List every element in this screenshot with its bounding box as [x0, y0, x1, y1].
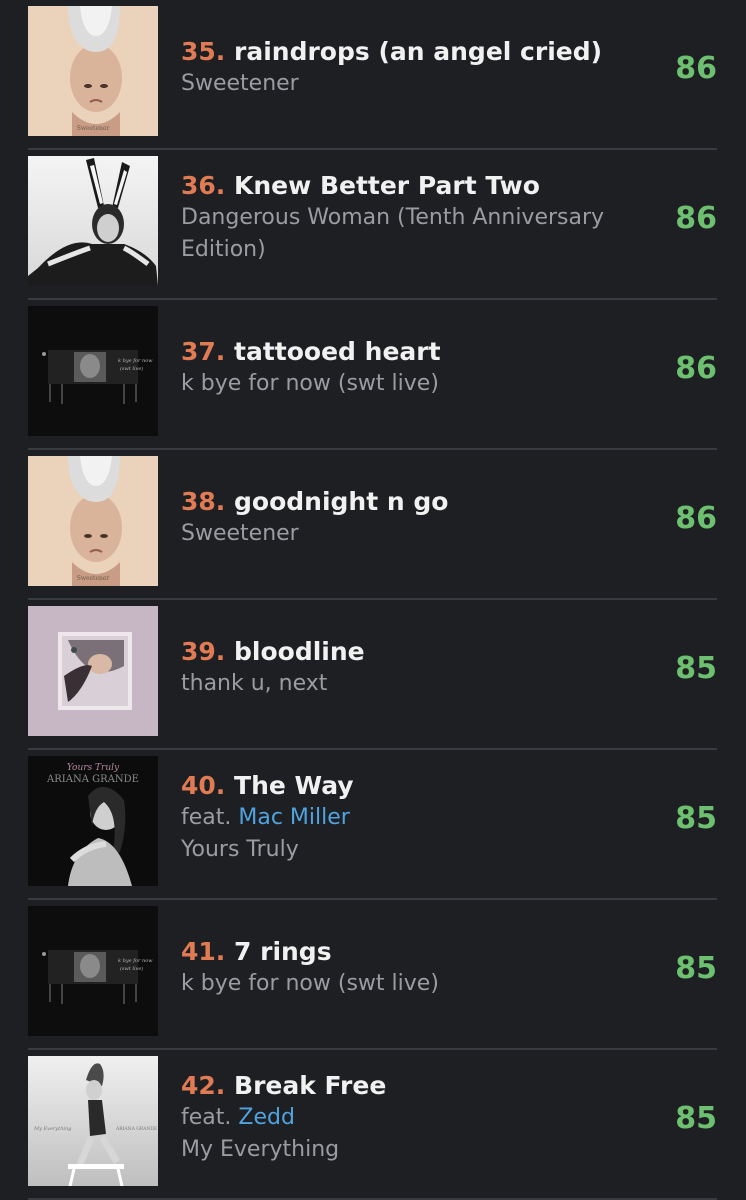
cover-sweetener-text: Sweetener [77, 575, 110, 582]
track-row[interactable]: Sweetener 38. goodnight n go Sweetener 86 [0, 450, 746, 600]
track-title[interactable]: 7 rings [234, 937, 332, 966]
track-title[interactable]: goodnight n go [234, 487, 448, 516]
album-name[interactable]: Sweetener [181, 68, 636, 100]
feat-prefix: feat. [181, 805, 239, 830]
track-info: 41. 7 rings k bye for now (swt live) [181, 936, 636, 1000]
cover-my-everything-left: My Everything [33, 1126, 71, 1132]
track-rank: 35. [181, 37, 226, 66]
album-name[interactable]: Yours Truly [181, 834, 636, 866]
track-score: 85 [675, 1101, 717, 1136]
track-title[interactable]: bloodline [234, 637, 365, 666]
track-score: 86 [675, 201, 717, 236]
track-rank: 36. [181, 171, 226, 200]
album-cover-dangerous-woman[interactable] [28, 156, 158, 286]
cover-yours-truly-name: ARIANA GRANDE [46, 774, 139, 785]
cover-yours-truly-script: Yours Truly [67, 763, 120, 773]
track-row[interactable]: k bye for now (swt live) 37. tattooed he… [0, 300, 746, 450]
track-score: 85 [675, 951, 717, 986]
track-list: Sweetener 35. raindrops (an angel cried)… [0, 0, 746, 1200]
track-title[interactable]: Knew Better Part Two [234, 171, 540, 200]
cover-kbye-top-text: k bye for now [118, 958, 153, 964]
album-name[interactable]: k bye for now (swt live) [181, 968, 636, 1000]
cover-kbye-bottom-text: (swt live) [120, 965, 143, 972]
track-row[interactable]: My Everything ARIANA GRANDE 42. Break Fr… [0, 1050, 746, 1200]
album-cover-sweetener[interactable]: Sweetener [28, 456, 158, 586]
track-info: 35. raindrops (an angel cried) Sweetener [181, 36, 636, 100]
album-cover-yours-truly[interactable]: Yours Truly ARIANA GRANDE [28, 756, 158, 886]
album-name[interactable]: Dangerous Woman (Tenth Anniversary [181, 202, 636, 234]
track-rank: 37. [181, 337, 226, 366]
track-score: 86 [675, 351, 717, 386]
track-rank: 41. [181, 937, 226, 966]
track-row[interactable]: Yours Truly ARIANA GRANDE 40. The Way fea… [0, 750, 746, 900]
album-cover-my-everything[interactable]: My Everything ARIANA GRANDE [28, 1056, 158, 1186]
track-info: 37. tattooed heart k bye for now (swt liv… [181, 336, 636, 400]
album-name[interactable]: Sweetener [181, 518, 636, 550]
featured-artist-line: feat. Mac Miller [181, 802, 636, 834]
track-score: 86 [675, 501, 717, 536]
track-title-line[interactable]: 36. Knew Better Part Two [181, 170, 636, 202]
album-name[interactable]: My Everything [181, 1134, 636, 1166]
track-row[interactable]: 36. Knew Better Part Two Dangerous Woman … [0, 150, 746, 300]
track-title-line[interactable]: 37. tattooed heart [181, 336, 636, 368]
featured-artist-link[interactable]: Zedd [238, 1105, 295, 1130]
cover-my-everything-right: ARIANA GRANDE [115, 1126, 157, 1132]
track-info: 39. bloodline thank u, next [181, 636, 636, 700]
track-row[interactable]: Sweetener 35. raindrops (an angel cried)… [0, 0, 746, 150]
track-title-line[interactable]: 42. Break Free [181, 1070, 636, 1102]
album-cover-kbye[interactable]: k bye for now (swt live) [28, 906, 158, 1036]
track-score: 86 [675, 51, 717, 86]
track-title[interactable]: The Way [234, 771, 354, 800]
feat-prefix: feat. [181, 1105, 239, 1130]
track-row[interactable]: 39. bloodline thank u, next 85 [0, 600, 746, 750]
album-cover-thank-u-next[interactable] [28, 606, 158, 736]
track-rank: 39. [181, 637, 226, 666]
cover-sweetener-text: Sweetener [77, 125, 110, 132]
track-title[interactable]: Break Free [234, 1071, 386, 1100]
track-rank: 38. [181, 487, 226, 516]
track-title-line[interactable]: 35. raindrops (an angel cried) [181, 36, 636, 68]
cover-kbye-top-text: k bye for now [118, 358, 153, 364]
featured-artist-link[interactable]: Mac Miller [238, 805, 349, 830]
cover-kbye-bottom-text: (swt live) [120, 365, 143, 372]
album-cover-sweetener[interactable]: Sweetener [28, 6, 158, 136]
track-info: 42. Break Free feat. Zedd My Everything [181, 1070, 636, 1166]
track-title-line[interactable]: 38. goodnight n go [181, 486, 636, 518]
track-title-line[interactable]: 40. The Way [181, 770, 636, 802]
album-name[interactable]: thank u, next [181, 668, 636, 700]
album-cover-kbye[interactable]: k bye for now (swt live) [28, 306, 158, 436]
track-rank: 42. [181, 1071, 226, 1100]
track-title[interactable]: tattooed heart [234, 337, 441, 366]
track-title-line[interactable]: 41. 7 rings [181, 936, 636, 968]
track-title[interactable]: raindrops (an angel cried) [234, 37, 602, 66]
track-info: 36. Knew Better Part Two Dangerous Woman … [181, 170, 636, 266]
featured-artist-line: feat. Zedd [181, 1102, 636, 1134]
track-score: 85 [675, 801, 717, 836]
track-title-line[interactable]: 39. bloodline [181, 636, 636, 668]
album-name[interactable]: Edition) [181, 234, 636, 266]
track-info: 40. The Way feat. Mac Miller Yours Truly [181, 770, 636, 866]
album-name[interactable]: k bye for now (swt live) [181, 368, 636, 400]
track-score: 85 [675, 651, 717, 686]
track-rank: 40. [181, 771, 226, 800]
track-info: 38. goodnight n go Sweetener [181, 486, 636, 550]
track-row[interactable]: k bye for now (swt live) 41. 7 rings k by… [0, 900, 746, 1050]
